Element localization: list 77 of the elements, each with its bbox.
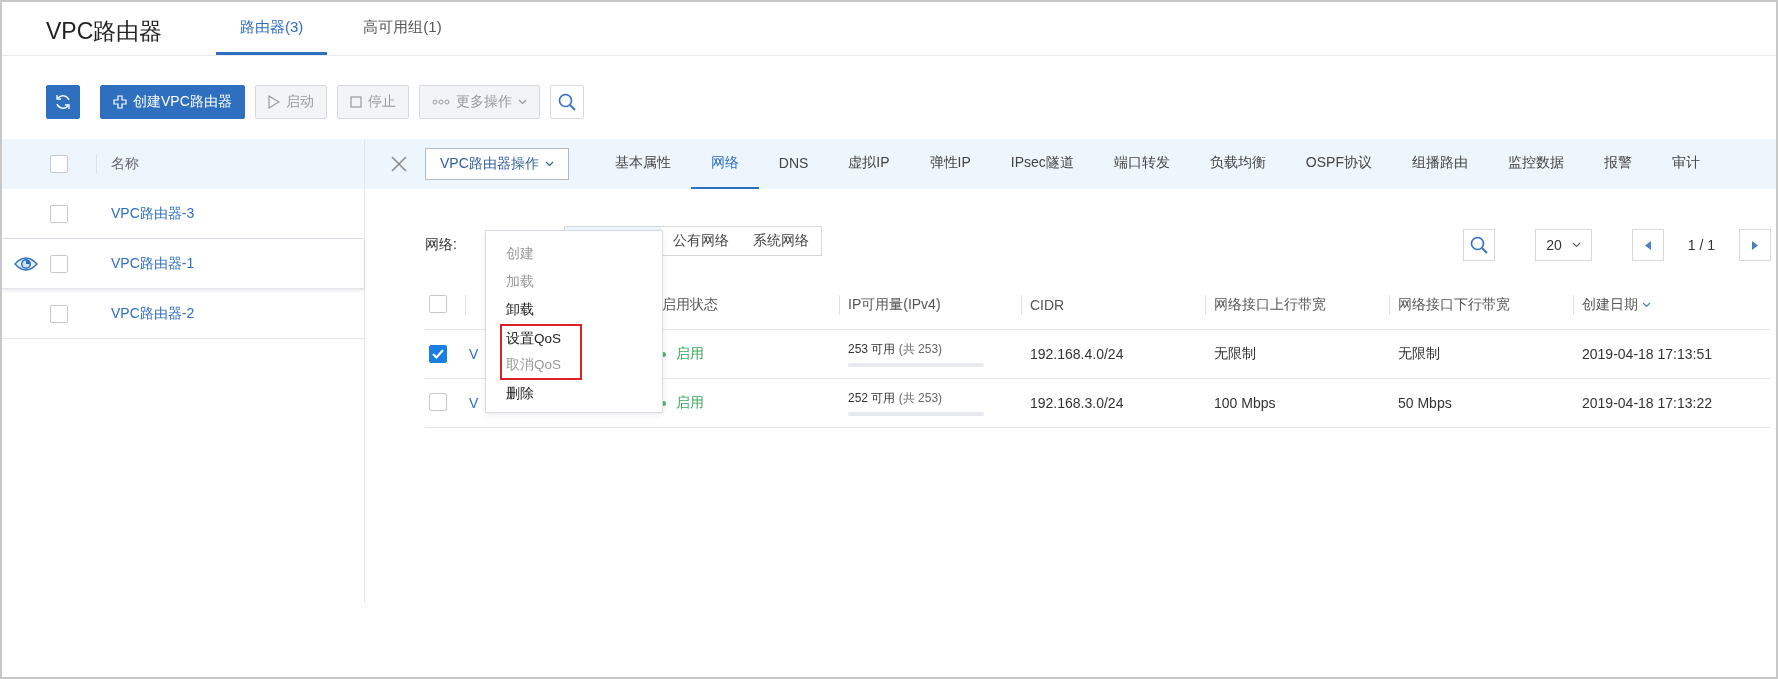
checkbox[interactable] [429, 392, 447, 411]
detail-tab[interactable]: 报警 [1583, 139, 1652, 189]
ip-availability: 253 可用 (共 253) [848, 341, 944, 358]
tab[interactable]: 高可用组(1) [339, 2, 466, 55]
play-icon [267, 95, 280, 109]
checkbox[interactable] [50, 155, 68, 173]
list-row[interactable]: VPC路由器-2 [2, 289, 364, 339]
list-row[interactable]: VPC路由器-1 [2, 239, 364, 289]
search-button[interactable] [549, 85, 584, 119]
table-cell: 无限制 [1398, 345, 1440, 361]
list-row[interactable]: VPC路由器-3 [2, 189, 364, 239]
search-icon [1470, 236, 1489, 254]
detail-tab[interactable]: 组播路由 [1391, 139, 1488, 189]
eye-icon [14, 255, 38, 272]
refresh-icon [54, 93, 72, 111]
status-text: 启用 [676, 345, 704, 363]
search-icon [557, 93, 576, 111]
detail-tab[interactable]: 负载均衡 [1189, 139, 1286, 189]
actions-dropdown[interactable]: VPC路由器操作 [425, 148, 569, 180]
table-cell: 2019-04-18 17:13:22 [1582, 395, 1712, 411]
status-text: 启用 [676, 394, 704, 412]
left-triangle-icon [1644, 240, 1651, 250]
column-header: 启用状态 [662, 296, 718, 314]
column-header: 网络接口上行带宽 [1214, 296, 1326, 314]
checkbox[interactable] [429, 345, 447, 363]
refresh-button[interactable] [46, 85, 80, 119]
detail-tab[interactable]: 基本属性 [594, 139, 691, 189]
tab[interactable]: 路由器(3) [216, 2, 328, 55]
right-triangle-icon [1752, 240, 1758, 250]
stop-icon [349, 96, 362, 108]
next-page-button[interactable] [1739, 229, 1771, 261]
network-name-link[interactable]: V [469, 346, 479, 362]
search-button[interactable] [1463, 229, 1496, 261]
detail-tab[interactable]: 网络 [690, 139, 759, 189]
more-icon [431, 99, 450, 105]
column-header: 网络接口下行带宽 [1398, 296, 1510, 314]
network-label: 网络: [425, 236, 458, 254]
sort-icon[interactable] [1642, 302, 1651, 308]
detail-tab[interactable]: DNS [758, 139, 829, 189]
table-cell: 192.168.4.0/24 [1030, 346, 1124, 362]
column-header: 名称 [111, 155, 139, 173]
ip-availability: 252 可用 (共 253) [848, 390, 944, 407]
router-name-link[interactable]: VPC路由器-2 [111, 304, 195, 323]
detail-tab[interactable]: 审计 [1651, 139, 1720, 189]
detail-tab[interactable]: 虚拟IP [828, 139, 910, 189]
page-size-select[interactable]: 20 [1535, 229, 1592, 261]
table-cell: 50 Mbps [1398, 395, 1452, 411]
table-cell: 无限制 [1214, 345, 1256, 361]
plus-icon [113, 95, 127, 109]
page-title: VPC路由器 [45, 17, 164, 46]
menu-item[interactable]: 删除 [486, 380, 662, 408]
previous-page-button[interactable] [1631, 229, 1664, 261]
create-button[interactable]: 创建VPC路由器 [100, 85, 245, 119]
chevron-down-icon [544, 161, 554, 167]
page-indicator: 1 / 1 [1687, 237, 1715, 253]
detail-tab[interactable]: 端口转发 [1093, 139, 1190, 189]
router-name-link[interactable]: VPC路由器-3 [111, 204, 195, 223]
chevron-down-icon [517, 99, 527, 105]
checkbox[interactable] [50, 204, 68, 223]
detail-tab[interactable]: OSPF协议 [1285, 139, 1392, 189]
menu-item[interactable]: 卸载 [486, 296, 662, 324]
network-name-link[interactable]: V [469, 395, 479, 411]
close-icon[interactable] [391, 156, 407, 172]
chevron-down-icon [1571, 242, 1581, 248]
checkbox[interactable] [429, 294, 447, 313]
column-header: IP可用量(IPv4) [848, 296, 941, 314]
detail-tab[interactable]: IPsec隧道 [990, 139, 1094, 189]
checkbox[interactable] [50, 254, 68, 273]
table-cell: 192.168.3.0/24 [1030, 395, 1124, 411]
column-header: CIDR [1030, 297, 1065, 313]
checkbox[interactable] [50, 304, 68, 323]
column-header: 创建日期 [1582, 296, 1638, 314]
router-name-link[interactable]: VPC路由器-1 [111, 254, 195, 273]
table-cell: 2019-04-18 17:13:51 [1582, 346, 1712, 362]
detail-tab[interactable]: 监控数据 [1487, 139, 1584, 189]
table-cell: 100 Mbps [1214, 395, 1276, 411]
detail-tab[interactable]: 弹性IP [909, 139, 991, 189]
